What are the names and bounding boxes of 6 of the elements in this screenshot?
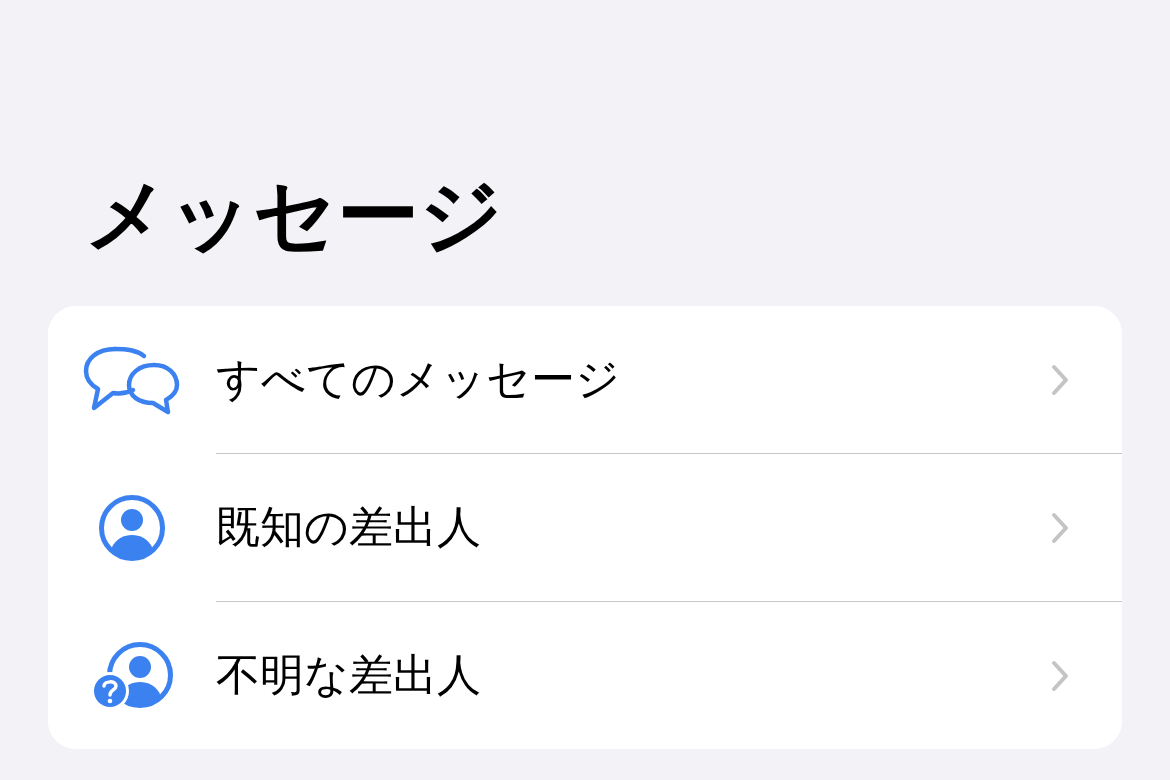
person-circle-icon [98,493,166,562]
chat-bubbles-icon [83,344,181,415]
chevron-right-icon [1050,658,1070,693]
chevron-right-icon [1050,362,1070,397]
page-title: メッセージ [85,166,504,264]
chevron-right-icon [1050,510,1070,545]
